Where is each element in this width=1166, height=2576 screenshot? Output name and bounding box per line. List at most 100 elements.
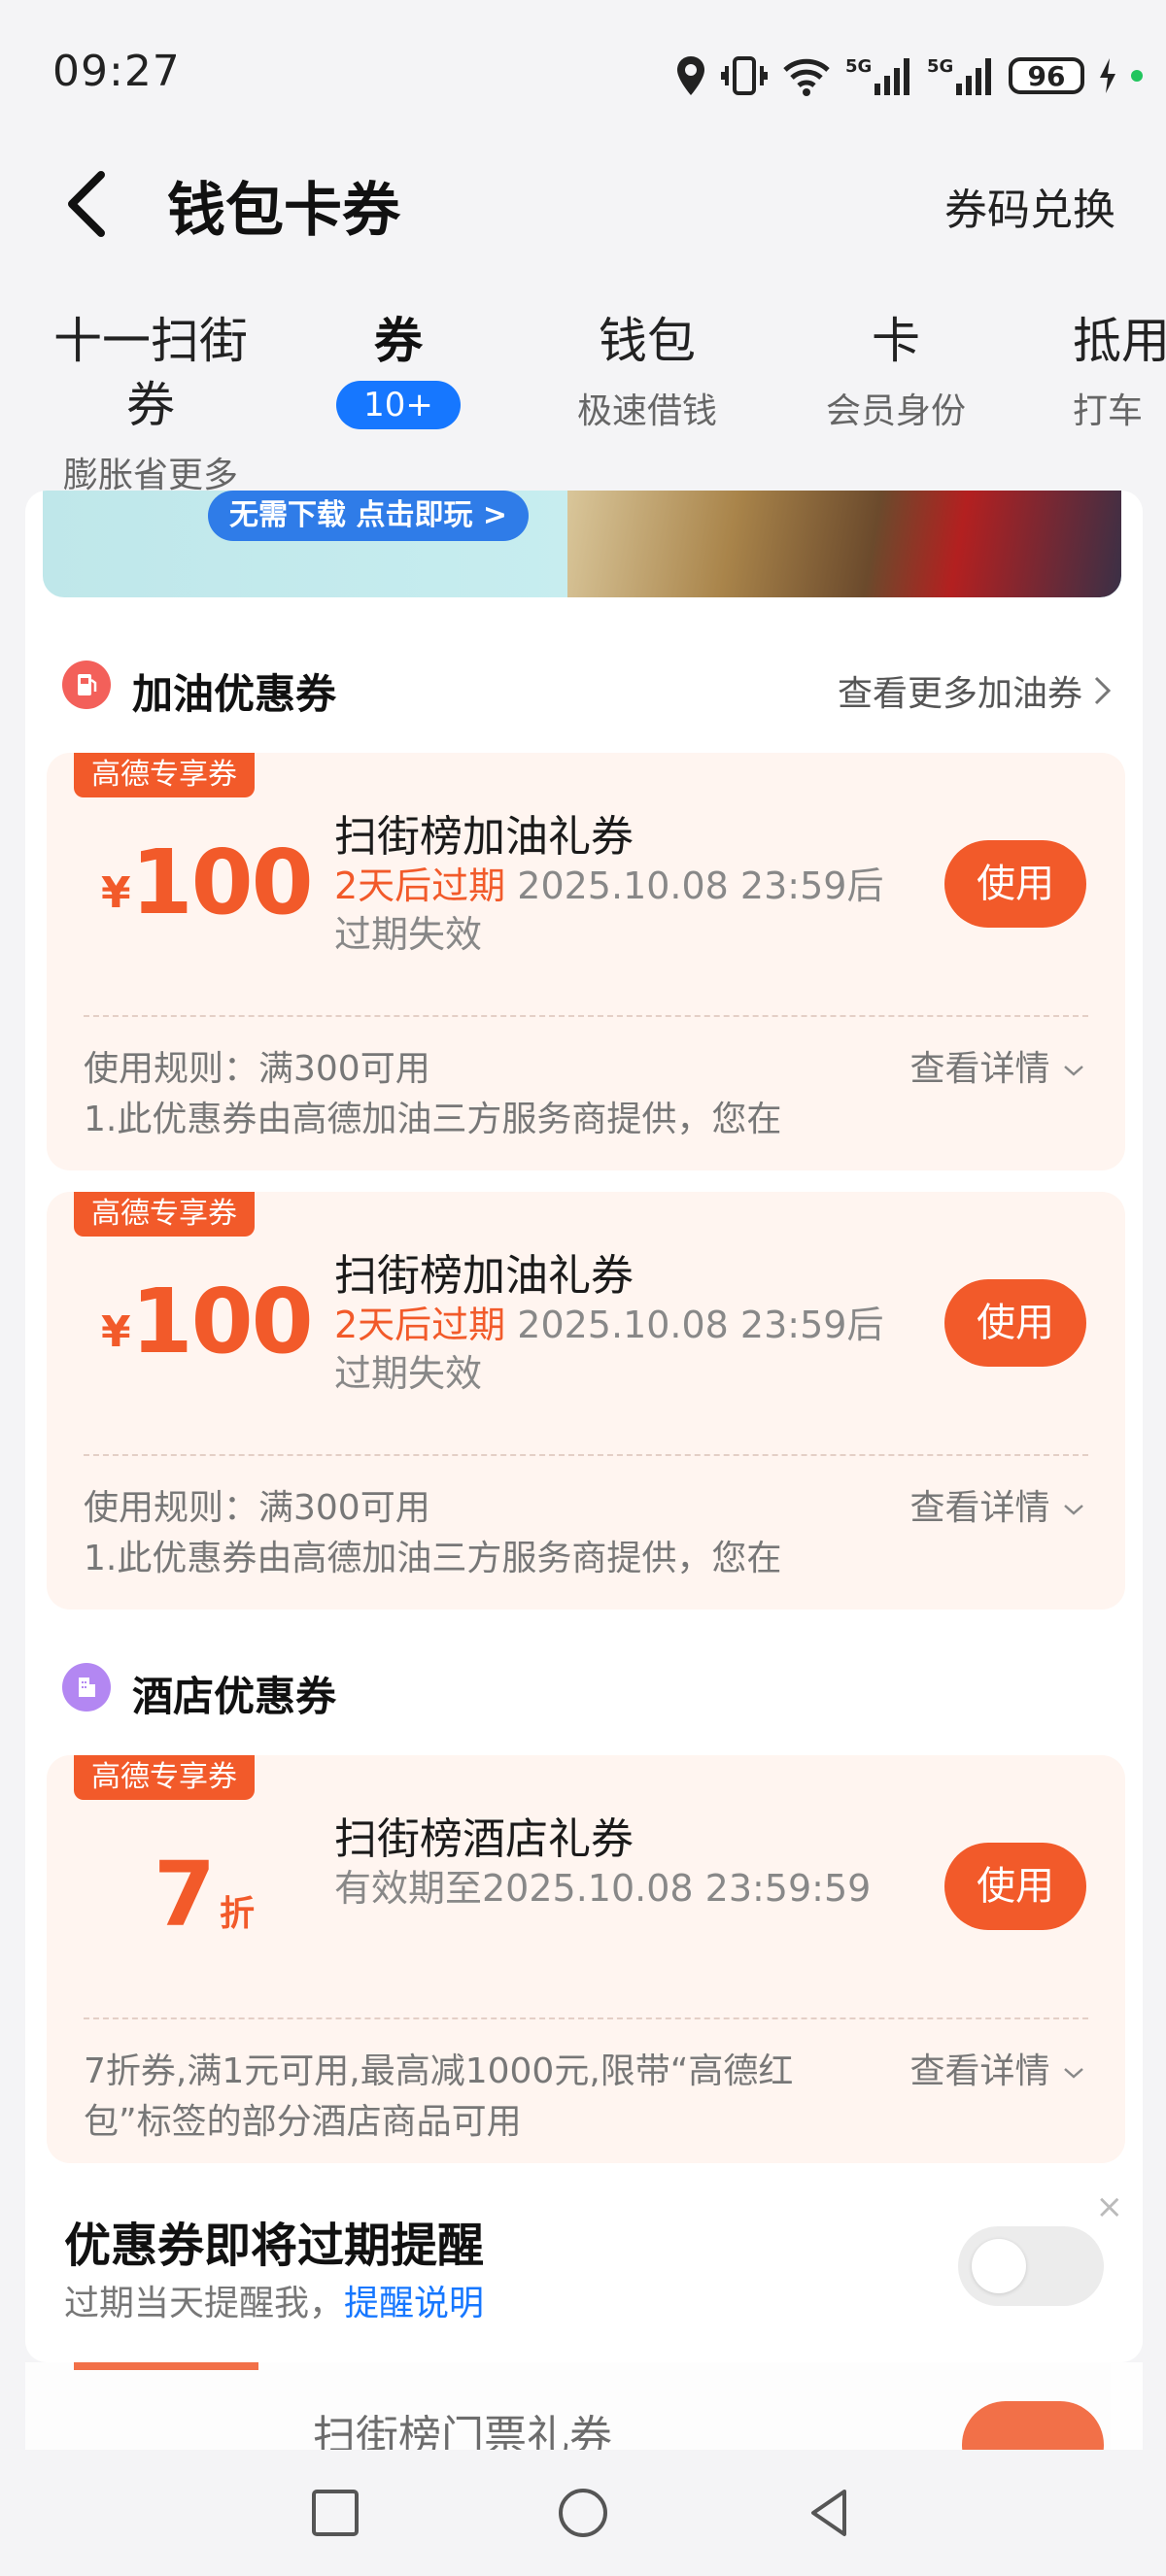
- battery-indicator: 96: [1009, 57, 1084, 94]
- location-icon: [677, 56, 704, 95]
- dashed-divider: [84, 1454, 1088, 1456]
- coupon-expiry: 有效期至2025.10.08 23:59:59: [334, 1867, 872, 1910]
- view-details-link[interactable]: 查看详情: [910, 2047, 1086, 2097]
- reminder-subtitle: 过期当天提醒我，提醒说明: [64, 2275, 484, 2325]
- status-dot: [1131, 70, 1143, 82]
- tab-sublabel: 打车: [1073, 391, 1144, 431]
- discount-unit: 折: [220, 1894, 256, 1934]
- tab-street-coupon[interactable]: 十一扫街券 膨胀省更多: [34, 309, 267, 497]
- peek-coupon-name: 扫街榜门票礼券: [313, 2412, 612, 2450]
- coupon-rules: 7折券,满1元可用,最高减1000元,限带“高德红包”标签的部分酒店商品可用: [84, 2051, 794, 2142]
- coupon-name: 扫街榜加油礼券: [334, 1251, 634, 1301]
- tab-label: 抵用: [1073, 313, 1166, 369]
- coupon-amount: ¥100: [101, 1270, 314, 1373]
- coupon-list-card: 无需下载 点击即玩 > 加油优惠券 查看更多加油券 高德专享券 ¥100 扫街榜…: [25, 491, 1143, 2356]
- tab-coupons[interactable]: 券 10+: [282, 309, 515, 429]
- fuel-icon: [62, 661, 111, 709]
- tab-wallet[interactable]: 钱包 极速借钱: [531, 309, 764, 433]
- expiry-warning: 2天后过期: [334, 1304, 506, 1346]
- svg-text:5G: 5G: [927, 56, 953, 77]
- tab-label: 钱包: [599, 313, 696, 369]
- fuel-coupon: 高德专享券 ¥100 扫街榜加油礼券 2天后过期 2025.10.08 23:5…: [47, 753, 1125, 1170]
- tab-sublabel: 会员身份: [825, 391, 966, 431]
- coupon-name: 扫街榜加油礼券: [334, 812, 634, 862]
- view-details-label: 查看详情: [909, 1488, 1050, 1528]
- status-time: 09:27: [52, 47, 181, 96]
- rule-line: 1.此优惠券由高德加油三方服务商提供，您在: [84, 1539, 782, 1578]
- use-coupon-button[interactable]: 使用: [944, 840, 1086, 928]
- amount-value: 100: [130, 830, 314, 934]
- view-details-label: 查看详情: [909, 1049, 1050, 1089]
- banner-play-button[interactable]: 无需下载 点击即玩 >: [208, 491, 530, 541]
- reminder-desc: 过期当天提醒我，: [64, 2284, 345, 2323]
- rule-line: 1.此优惠券由高德加油三方服务商提供，您在: [84, 1100, 782, 1139]
- discount-value: 7: [154, 1843, 217, 1947]
- charging-icon: [1100, 58, 1115, 93]
- reminder-title: 优惠券即将过期提醒: [64, 2219, 485, 2273]
- game-banner[interactable]: 无需下载 点击即玩 >: [43, 491, 1121, 597]
- tab-label: 券: [374, 313, 423, 369]
- page-title: 钱包卡券: [167, 177, 400, 245]
- tab-sublabel: 极速借钱: [576, 391, 717, 431]
- redeem-code-button[interactable]: 券码兑换: [944, 175, 1115, 237]
- coupon-rules: 使用规则：满300可用 1.此优惠券由高德加油三方服务商提供，您在: [84, 1044, 861, 1145]
- amount-value: 100: [130, 1270, 314, 1373]
- circle-icon: [559, 2489, 607, 2537]
- triangle-back-icon: [811, 2490, 846, 2536]
- fuel-section-title: 加油优惠券: [132, 670, 337, 718]
- back-button[interactable]: [58, 165, 117, 243]
- exclusive-tag: 高德专享券: [74, 1755, 255, 1800]
- peek-use-button[interactable]: [962, 2401, 1104, 2450]
- coupon-rules: 使用规则：满300可用 1.此优惠券由高德加油三方服务商提供，您在: [84, 1483, 861, 1584]
- fuel-more-label: 查看更多加油券: [837, 674, 1082, 714]
- chevron-down-icon: [1064, 2068, 1083, 2079]
- expiry-reminder-panel: 优惠券即将过期提醒 过期当天提醒我，提醒说明 ×: [25, 2178, 1143, 2362]
- coupon-expiry: 2天后过期 2025.10.08 23:59后过期失效: [334, 862, 917, 959]
- dashed-divider: [84, 2017, 1088, 2019]
- back-nav-button[interactable]: [802, 2484, 860, 2542]
- use-coupon-button[interactable]: 使用: [944, 1843, 1086, 1930]
- chevron-right-icon: [1094, 676, 1112, 705]
- square-icon: [312, 2490, 359, 2536]
- tab-label: 卡: [872, 313, 920, 369]
- status-icons: 5G 5G 96: [674, 51, 1143, 101]
- svg-text:5G: 5G: [845, 56, 872, 77]
- currency-symbol: ¥: [101, 868, 131, 918]
- coupon-expiry: 2天后过期 2025.10.08 23:59后过期失效: [334, 1301, 917, 1398]
- currency-symbol: ¥: [101, 1307, 131, 1357]
- system-nav-bar: [0, 2450, 1166, 2576]
- fuel-more-link[interactable]: 查看更多加油券: [838, 665, 1114, 716]
- exclusive-tag: 高德专享券: [74, 753, 255, 797]
- expiry-warning: 2天后过期: [334, 864, 506, 907]
- reminder-toggle[interactable]: [958, 2226, 1104, 2306]
- close-icon[interactable]: ×: [1096, 2187, 1124, 2226]
- rule-line: 使用规则：满300可用: [84, 1049, 430, 1089]
- chevron-down-icon: [1064, 1066, 1083, 1076]
- count-badge: 10+: [336, 381, 461, 429]
- hotel-section-title: 酒店优惠券: [132, 1673, 337, 1720]
- home-button[interactable]: [554, 2484, 612, 2542]
- next-coupon-peek: 扫街榜门票礼券: [25, 2362, 1143, 2450]
- reminder-info-link[interactable]: 提醒说明: [344, 2284, 484, 2323]
- banner-artwork: [567, 491, 1121, 597]
- hotel-coupon: 高德专享券 7折 扫街榜酒店礼券 有效期至2025.10.08 23:59:59…: [47, 1755, 1125, 2163]
- view-details-link[interactable]: 查看详情: [910, 1044, 1086, 1095]
- toggle-knob: [972, 2239, 1026, 2293]
- recents-button[interactable]: [306, 2484, 364, 2542]
- view-details-label: 查看详情: [909, 2051, 1050, 2091]
- coupon-discount: 7折: [154, 1843, 255, 1947]
- signal-5g-icon: 5G: [845, 56, 909, 95]
- vibrate-icon: [721, 56, 768, 95]
- signal-5g-icon: 5G: [927, 56, 991, 95]
- fuel-coupon: 高德专享券 ¥100 扫街榜加油礼券 2天后过期 2025.10.08 23:5…: [47, 1192, 1125, 1610]
- coupon-name: 扫街榜酒店礼券: [334, 1814, 634, 1864]
- exclusive-tag: 高德专享券: [74, 1192, 255, 1237]
- coupon-amount: ¥100: [101, 830, 314, 934]
- chevron-down-icon: [1064, 1505, 1083, 1515]
- tab-voucher[interactable]: 抵用 打车: [1028, 309, 1166, 433]
- use-coupon-button[interactable]: 使用: [944, 1279, 1086, 1367]
- tab-label: 十一扫街券: [53, 313, 248, 433]
- tab-card[interactable]: 卡 会员身份: [779, 309, 1012, 433]
- dashed-divider: [84, 1015, 1088, 1017]
- view-details-link[interactable]: 查看详情: [910, 1483, 1086, 1534]
